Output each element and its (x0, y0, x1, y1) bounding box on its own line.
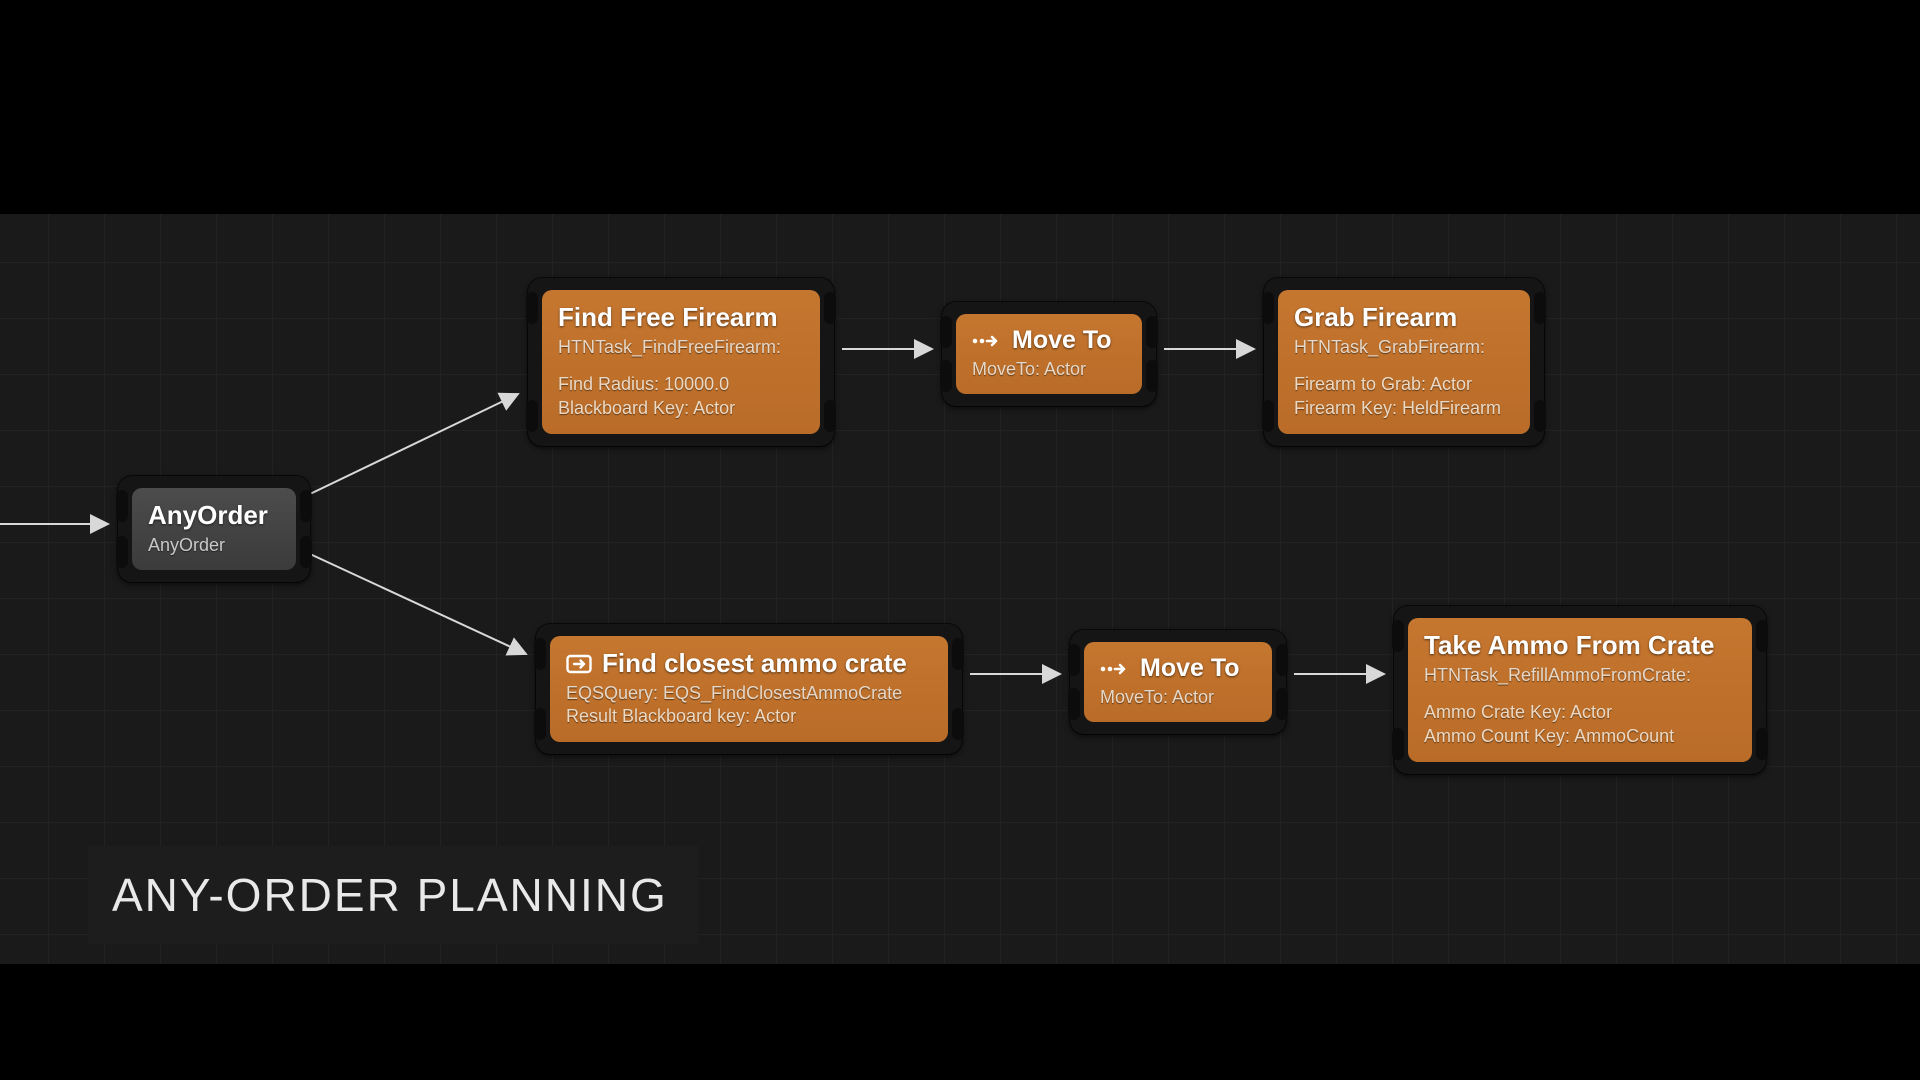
node-subtitle: HTNTask_GrabFirearm: (1294, 337, 1514, 358)
node-title: Find Free Firearm (558, 302, 804, 333)
node-title: Move To (972, 326, 1126, 355)
node-title: Take Ammo From Crate (1424, 630, 1736, 661)
node-anyorder[interactable]: AnyOrder AnyOrder (118, 476, 310, 582)
node-param: Firearm to Grab: Actor (1294, 372, 1514, 396)
node-title: Grab Firearm (1294, 302, 1514, 333)
node-move-to-1[interactable]: Move To MoveTo: Actor (942, 302, 1156, 406)
node-subtitle: MoveTo: Actor (1100, 687, 1256, 708)
node-title: AnyOrder (148, 500, 280, 531)
node-param: Blackboard Key: Actor (558, 396, 804, 420)
eqs-icon (566, 653, 592, 675)
dots-arrow-icon (1100, 660, 1130, 678)
node-subtitle: EQSQuery: EQS_FindClosestAmmoCrate (566, 683, 932, 704)
node-title-text: Move To (1140, 654, 1240, 683)
node-param: Ammo Crate Key: Actor (1424, 700, 1736, 724)
node-grab-firearm[interactable]: Grab Firearm HTNTask_GrabFirearm: Firear… (1264, 278, 1544, 446)
node-subtitle: AnyOrder (148, 535, 280, 556)
node-param: Ammo Count Key: AmmoCount (1424, 724, 1736, 748)
node-param: Result Blackboard key: Actor (566, 704, 932, 728)
node-param: Firearm Key: HeldFirearm (1294, 396, 1514, 420)
node-subtitle: HTNTask_RefillAmmoFromCrate: (1424, 665, 1736, 686)
node-param: Find Radius: 10000.0 (558, 372, 804, 396)
letterbox-bottom (0, 964, 1920, 1080)
node-title-text: Find closest ammo crate (602, 648, 907, 679)
slide-caption: ANY-ORDER PLANNING (88, 846, 698, 944)
node-find-free-firearm[interactable]: Find Free Firearm HTNTask_FindFreeFirear… (528, 278, 834, 446)
letterbox-top (0, 0, 1920, 214)
node-title: Find closest ammo crate (566, 648, 932, 679)
node-move-to-2[interactable]: Move To MoveTo: Actor (1070, 630, 1286, 734)
edge-anyorder-findfirearm (310, 394, 518, 494)
node-find-closest-ammo-crate[interactable]: Find closest ammo crate EQSQuery: EQS_Fi… (536, 624, 962, 754)
node-subtitle: MoveTo: Actor (972, 359, 1126, 380)
node-take-ammo-from-crate[interactable]: Take Ammo From Crate HTNTask_RefillAmmoF… (1394, 606, 1766, 774)
node-subtitle: HTNTask_FindFreeFirearm: (558, 337, 804, 358)
node-title-text: Move To (1012, 326, 1112, 355)
dots-arrow-icon (972, 332, 1002, 350)
edge-anyorder-findammo (310, 554, 526, 654)
stage: AnyOrder AnyOrder Find Free Firearm HTNT… (0, 0, 1920, 1080)
node-title: Move To (1100, 654, 1256, 683)
